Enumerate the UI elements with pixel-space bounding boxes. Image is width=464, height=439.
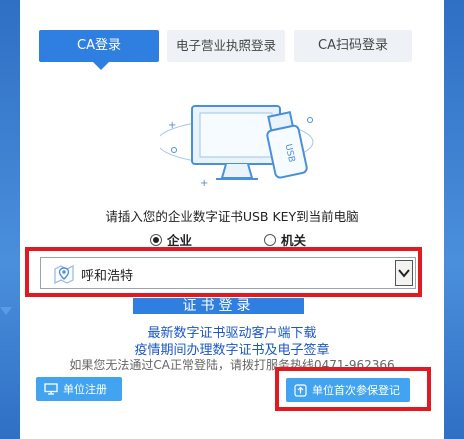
radio-dot-unselected[interactable] <box>264 233 276 246</box>
highlight-box-first-registration <box>275 367 431 411</box>
svg-text:+: + <box>200 178 208 189</box>
tab-business-license-login[interactable]: 电子营业执照登录 <box>167 30 285 62</box>
svg-text:+: + <box>168 120 176 131</box>
unit-register-label: 单位注册 <box>63 383 107 396</box>
unit-register-button[interactable]: 单位注册 <box>36 377 122 401</box>
certificate-login-button[interactable]: 证书登录 <box>133 298 304 314</box>
monitor-icon <box>44 383 58 395</box>
tab-ca-login[interactable]: CA登录 <box>39 30 159 70</box>
highlight-box-region <box>25 247 422 297</box>
background-left <box>0 0 20 439</box>
login-panel: CA登录 电子营业执照登录 CA扫码登录 USB + + 请插入您的企业数字证书… <box>0 0 444 439</box>
background-right <box>444 0 464 439</box>
radio-dot-selected[interactable] <box>150 233 162 246</box>
usb-key-prompt: 请插入您的企业数字证书USB KEY到当前电脑 <box>105 209 359 224</box>
carousel-arrow-icon[interactable] <box>0 307 12 315</box>
usb-computer-illustration: USB + + <box>160 105 314 189</box>
tab-ca-scan-login[interactable]: CA扫码登录 <box>294 30 412 62</box>
